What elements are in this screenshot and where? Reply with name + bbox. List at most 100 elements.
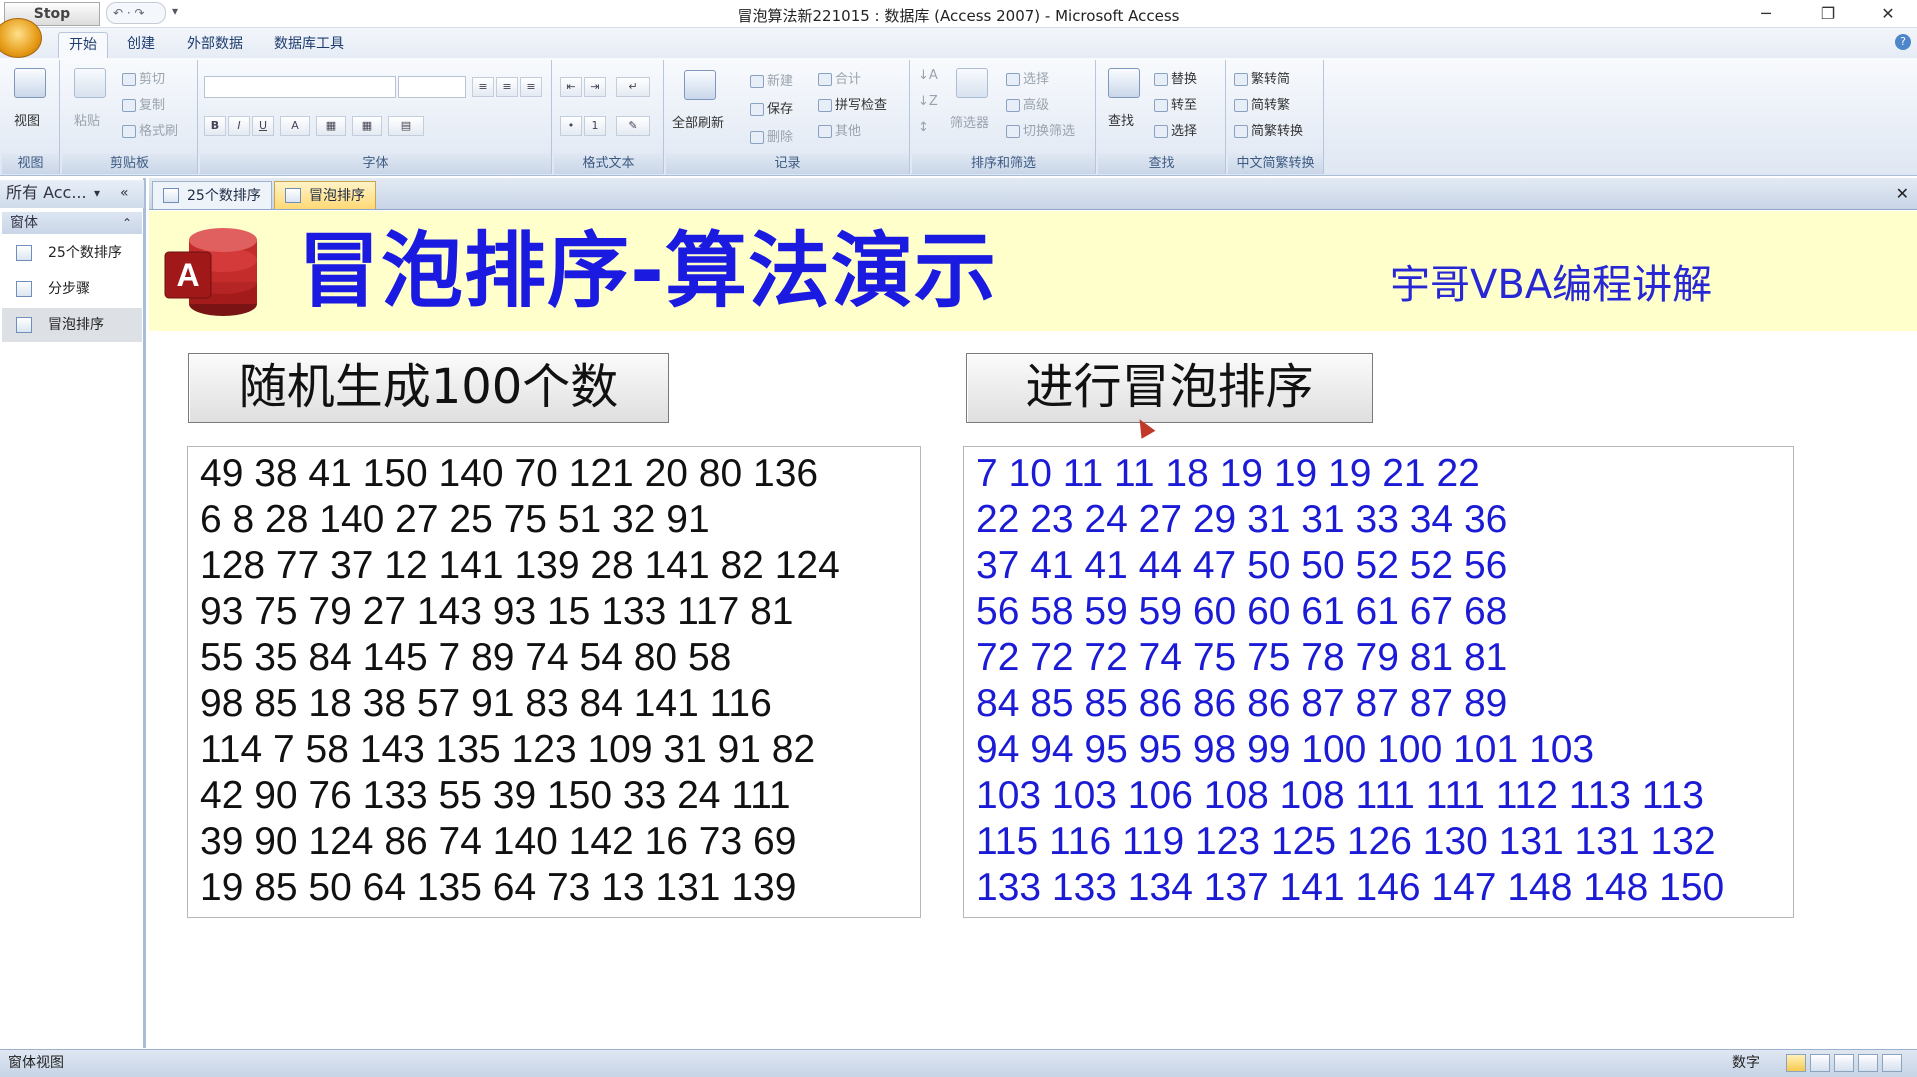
delete-record-button[interactable]: 删除 xyxy=(750,126,793,145)
doc-tab-bubble-sort[interactable]: 冒泡排序 xyxy=(274,181,376,209)
more-button[interactable]: 其他 xyxy=(818,120,861,139)
s2t-button[interactable]: 简转繁 xyxy=(1234,94,1290,113)
tab-database-tools[interactable]: 数据库工具 xyxy=(264,32,354,58)
bubble-sort-button[interactable]: 进行冒泡排序 xyxy=(966,353,1373,423)
bullets-icon[interactable]: • xyxy=(560,116,582,136)
spelling-label: 拼写检查 xyxy=(835,98,888,113)
font-name-combo[interactable] xyxy=(204,76,396,98)
generate-numbers-button[interactable]: 随机生成100个数 xyxy=(188,353,669,423)
font-color-button[interactable]: A xyxy=(280,116,310,136)
help-icon[interactable]: ? xyxy=(1895,34,1911,50)
bold-button[interactable]: B xyxy=(204,116,226,136)
doc-tab-25-sort[interactable]: 25个数排序 xyxy=(152,181,272,209)
select-button[interactable]: 选择 xyxy=(1154,120,1197,139)
paste-button[interactable]: 粘贴 xyxy=(74,110,100,129)
sort-ascending-icon[interactable]: ↓A xyxy=(918,68,938,83)
increase-indent-icon[interactable]: ⇥ xyxy=(584,77,606,97)
nav-pane-header[interactable]: 所有 Acc... ▾ « xyxy=(0,180,144,208)
copy-button[interactable]: 复制 xyxy=(122,94,165,113)
clear-sort-icon[interactable]: ↕ xyxy=(918,120,929,135)
tab-create[interactable]: 创建 xyxy=(117,32,165,58)
new-record-button[interactable]: 新建 xyxy=(750,70,793,89)
group-chinese-conversion: 繁转简 简转繁 简繁转换 中文简繁转换 xyxy=(1228,60,1324,174)
minimize-button[interactable]: ─ xyxy=(1738,0,1794,28)
number-line: 7 10 11 11 18 19 19 19 21 22 xyxy=(976,452,1480,495)
copy-label: 复制 xyxy=(139,98,166,113)
group-label-records: 记录 xyxy=(666,154,909,174)
chevron-down-icon[interactable]: ▾ xyxy=(94,180,100,206)
form-view-icon[interactable] xyxy=(1786,1054,1806,1072)
nav-item-bubble-sort[interactable]: 冒泡排序 xyxy=(2,308,142,342)
tab-external-data[interactable]: 外部数据 xyxy=(177,32,253,58)
font-size-combo[interactable] xyxy=(398,76,466,98)
selection-filter-button[interactable]: 选择 xyxy=(1006,68,1049,87)
window-title: 冒泡算法新221015 : 数据库 (Access 2007) - Micros… xyxy=(737,7,1180,25)
view-button[interactable]: 视图 xyxy=(14,110,40,129)
number-line: 72 72 72 74 75 75 78 79 81 81 xyxy=(976,636,1508,679)
unsorted-numbers-textbox[interactable]: 49 38 41 150 140 70 121 20 80 136 6 8 28… xyxy=(187,446,921,918)
arrow-right-icon xyxy=(1154,99,1168,112)
design-view-icon[interactable] xyxy=(1882,1054,1902,1072)
group-sort-filter: ↓A ↓Z ↕ 筛选器 选择 高级 切换筛选 排序和筛选 xyxy=(912,60,1096,174)
logo-letter: A xyxy=(176,257,199,293)
convert-button[interactable]: 简繁转换 xyxy=(1234,120,1303,139)
paste-icon[interactable] xyxy=(74,68,106,98)
gridlines-icon[interactable]: ▦ xyxy=(352,116,382,136)
align-right-icon[interactable]: ≡ xyxy=(520,77,542,97)
tab-home[interactable]: 开始 xyxy=(58,32,108,58)
alt-fill-icon[interactable]: ▤ xyxy=(388,116,424,136)
view-icon[interactable] xyxy=(14,68,46,98)
nav-item-25-sort[interactable]: 25个数排序 xyxy=(2,236,142,270)
close-window-button[interactable]: ✕ xyxy=(1860,0,1916,28)
restore-button[interactable]: ❐ xyxy=(1800,0,1856,28)
sort-descending-icon[interactable]: ↓Z xyxy=(918,94,938,109)
layout-view-icon[interactable] xyxy=(1858,1054,1878,1072)
find-button[interactable]: 查找 xyxy=(1108,110,1134,129)
underline-button[interactable]: U xyxy=(252,116,274,136)
copy-icon xyxy=(122,99,136,112)
t2s-icon xyxy=(1234,73,1248,86)
cut-button[interactable]: 剪切 xyxy=(122,68,165,87)
sorted-numbers-textbox[interactable]: 7 10 11 11 18 19 19 19 21 22 22 23 24 27… xyxy=(963,446,1794,918)
nav-header-label: 所有 Acc... xyxy=(6,183,87,202)
close-document-icon[interactable]: ✕ xyxy=(1896,184,1909,203)
align-left-icon[interactable]: ≡ xyxy=(472,77,494,97)
delete-label: 删除 xyxy=(767,130,794,145)
number-line: 103 103 106 108 108 111 111 112 113 113 xyxy=(976,774,1704,817)
new-icon xyxy=(750,75,764,88)
refresh-all-button[interactable]: 全部刷新 xyxy=(672,112,724,131)
nav-item-steps[interactable]: 分步骤 xyxy=(2,272,142,306)
collapse-pane-icon[interactable]: « xyxy=(120,180,129,206)
spelling-button[interactable]: 拼写检查 xyxy=(818,94,887,113)
s2t-icon xyxy=(1234,99,1248,112)
replace-button[interactable]: 替换 xyxy=(1154,68,1197,87)
datasheet-view-icon[interactable] xyxy=(1810,1054,1830,1072)
goto-button[interactable]: 转至 xyxy=(1154,94,1197,113)
numbering-icon[interactable]: 1 xyxy=(584,116,606,136)
filter-icon[interactable] xyxy=(956,68,988,98)
group-label-view: 视图 xyxy=(2,154,59,174)
nav-group-forms[interactable]: 窗体 ⌃ xyxy=(2,212,142,234)
decrease-indent-icon[interactable]: ⇤ xyxy=(560,77,582,97)
advanced-icon xyxy=(1006,99,1020,112)
chevron-up-icon[interactable]: ⌃ xyxy=(122,212,132,234)
italic-button[interactable]: I xyxy=(228,116,250,136)
toggle-filter-button[interactable]: 切换筛选 xyxy=(1006,120,1075,139)
group-clipboard: 粘贴 剪切 复制 格式刷 剪贴板 xyxy=(62,60,198,174)
save-record-button[interactable]: 保存 xyxy=(750,98,793,117)
highlight-icon[interactable]: ✎ xyxy=(616,116,650,136)
advanced-filter-button[interactable]: 高级 xyxy=(1006,94,1049,113)
number-line: 39 90 124 86 74 140 142 16 73 69 xyxy=(200,820,797,863)
refresh-icon[interactable] xyxy=(684,70,716,100)
totals-button[interactable]: 合计 xyxy=(818,68,861,87)
pivot-table-icon[interactable] xyxy=(1834,1054,1854,1072)
fill-color-icon[interactable]: ▦ xyxy=(316,116,346,136)
format-painter-button[interactable]: 格式刷 xyxy=(122,120,178,139)
cut-label: 剪切 xyxy=(139,72,166,87)
filter-button[interactable]: 筛选器 xyxy=(950,112,989,131)
replace-icon xyxy=(1154,73,1168,86)
align-center-icon[interactable]: ≡ xyxy=(496,77,518,97)
t2s-button[interactable]: 繁转简 xyxy=(1234,68,1290,87)
binoculars-icon[interactable] xyxy=(1108,68,1140,98)
paragraph-icon[interactable]: ↵ xyxy=(616,77,650,97)
